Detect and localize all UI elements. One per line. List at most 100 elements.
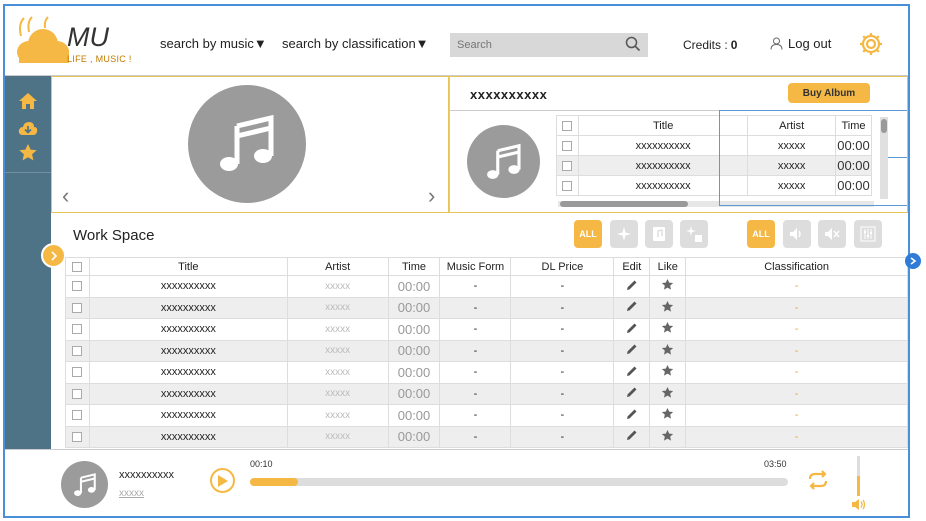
equalizer-button[interactable] bbox=[854, 220, 882, 248]
logout-button[interactable]: Log out bbox=[770, 36, 831, 51]
edit-button[interactable] bbox=[613, 318, 651, 341]
row-music-form: - bbox=[439, 296, 512, 319]
row-music-form: - bbox=[439, 425, 512, 448]
logo-tagline: LIFE , MUSIC ! bbox=[67, 54, 132, 64]
table-row[interactable]: xxxxxxxxxx xxxxx 00:00- - - bbox=[65, 339, 908, 362]
sparkle-plus-icon bbox=[686, 226, 702, 242]
col-music-form[interactable]: Music Form bbox=[439, 257, 512, 276]
col-time[interactable]: Time bbox=[387, 257, 441, 276]
edit-button[interactable] bbox=[613, 361, 651, 384]
table-row[interactable]: xxxxxxxxxx xxxxx 00:00- - - bbox=[65, 296, 908, 319]
like-button[interactable] bbox=[649, 275, 687, 298]
edit-button[interactable] bbox=[613, 296, 651, 319]
filter-sparkle-button[interactable] bbox=[610, 220, 638, 248]
col-like[interactable]: Like bbox=[649, 257, 687, 276]
row-checkbox[interactable] bbox=[65, 339, 90, 362]
row-time: 00:00 bbox=[387, 404, 441, 427]
sound-all-button[interactable]: ALL bbox=[747, 220, 775, 248]
col-dl-price[interactable]: DL Price bbox=[510, 257, 615, 276]
album-cover[interactable] bbox=[467, 125, 540, 198]
repeat-icon[interactable] bbox=[805, 470, 831, 490]
gear-icon[interactable] bbox=[858, 31, 884, 57]
row-checkbox[interactable] bbox=[65, 361, 90, 384]
row-artist: xxxxx bbox=[286, 404, 389, 427]
like-button[interactable] bbox=[649, 382, 687, 405]
sound-on-button[interactable] bbox=[783, 220, 811, 248]
buy-album-button[interactable]: Buy Album bbox=[788, 83, 870, 103]
cloud-download-icon[interactable] bbox=[18, 120, 38, 136]
row-checkbox[interactable] bbox=[556, 135, 579, 156]
row-artist: xxxxx bbox=[286, 275, 389, 298]
like-button[interactable] bbox=[649, 318, 687, 341]
credits: Credits :0 bbox=[683, 38, 737, 52]
now-playing-cover[interactable] bbox=[61, 461, 108, 508]
col-edit[interactable]: Edit bbox=[613, 257, 651, 276]
album-title: xxxxxxxxxx bbox=[470, 87, 548, 102]
edit-button[interactable] bbox=[613, 339, 651, 362]
play-button[interactable] bbox=[210, 468, 235, 493]
table-row[interactable]: xxxxxxxxxx xxxxx 00:00- - - bbox=[65, 361, 908, 384]
col-title[interactable]: Title bbox=[88, 257, 288, 276]
volume-slider[interactable] bbox=[857, 456, 860, 496]
row-checkbox[interactable] bbox=[65, 296, 90, 319]
pencil-icon bbox=[626, 323, 637, 333]
nav-search-by-music[interactable]: search by music▼ bbox=[160, 36, 267, 51]
row-dl-price: - bbox=[510, 339, 615, 362]
row-classification: - bbox=[685, 339, 908, 362]
like-button[interactable] bbox=[649, 361, 687, 384]
progress-bar[interactable] bbox=[250, 478, 788, 486]
row-checkbox[interactable] bbox=[556, 155, 579, 176]
sidebar-expand-button[interactable] bbox=[41, 243, 66, 268]
volume-icon[interactable] bbox=[851, 498, 867, 511]
now-playing-artist[interactable]: xxxxx bbox=[119, 488, 144, 499]
sidebar-divider bbox=[5, 172, 51, 173]
star-icon[interactable] bbox=[18, 143, 38, 162]
row-checkbox[interactable] bbox=[65, 318, 90, 341]
row-time: 00:00 bbox=[387, 425, 441, 448]
edit-button[interactable] bbox=[613, 425, 651, 448]
featured-album-cover[interactable] bbox=[188, 85, 306, 203]
table-row[interactable]: xxxxxxxxxx xxxxx 00:00- - - bbox=[65, 382, 908, 405]
like-button[interactable] bbox=[649, 296, 687, 319]
logo[interactable]: MU LIFE , MUSIC ! bbox=[15, 14, 135, 69]
table-row[interactable]: xxxxxxxxxx xxxxx 00:00- - - bbox=[65, 318, 908, 341]
row-title: xxxxxxxxxx bbox=[88, 382, 288, 405]
filter-multi-button[interactable] bbox=[680, 220, 708, 248]
nav-search-by-classification[interactable]: search by classification▼ bbox=[282, 36, 429, 51]
play-icon bbox=[218, 474, 228, 487]
chevron-right-icon bbox=[910, 257, 917, 265]
row-music-form: - bbox=[439, 339, 512, 362]
like-button[interactable] bbox=[649, 339, 687, 362]
row-checkbox[interactable] bbox=[65, 425, 90, 448]
right-panel-toggle[interactable] bbox=[905, 253, 921, 269]
select-all-checkbox[interactable] bbox=[556, 115, 579, 136]
filter-music-file-button[interactable] bbox=[645, 220, 673, 248]
row-checkbox[interactable] bbox=[65, 404, 90, 427]
edit-button[interactable] bbox=[613, 382, 651, 405]
row-checkbox[interactable] bbox=[65, 275, 90, 298]
row-time: 00:00 bbox=[387, 275, 441, 298]
select-all-checkbox[interactable] bbox=[65, 257, 90, 276]
carousel-prev-button[interactable]: ‹ bbox=[62, 185, 69, 207]
search-icon[interactable] bbox=[625, 36, 641, 52]
row-time: 00:00 bbox=[387, 382, 441, 405]
like-button[interactable] bbox=[649, 425, 687, 448]
filter-all-button[interactable]: ALL bbox=[574, 220, 602, 248]
col-artist[interactable]: Artist bbox=[286, 257, 389, 276]
row-artist: xxxxx bbox=[286, 339, 389, 362]
home-icon[interactable] bbox=[18, 92, 38, 110]
like-button[interactable] bbox=[649, 404, 687, 427]
col-classification[interactable]: Classification bbox=[685, 257, 908, 276]
table-row[interactable]: xxxxxxxxxx xxxxx 00:00- - - bbox=[65, 425, 908, 448]
row-checkbox[interactable] bbox=[556, 175, 579, 196]
table-row[interactable]: xxxxxxxxxx xxxxx 00:00- - - bbox=[65, 404, 908, 427]
edit-button[interactable] bbox=[613, 275, 651, 298]
workspace-title: Work Space bbox=[73, 227, 155, 244]
sound-mute-button[interactable] bbox=[818, 220, 846, 248]
search-input[interactable] bbox=[450, 33, 648, 57]
carousel-next-button[interactable]: › bbox=[428, 185, 435, 207]
table-row[interactable]: xxxxxxxxxx xxxxx 00:00- - - bbox=[65, 275, 908, 298]
scroll-thumb[interactable] bbox=[560, 201, 688, 207]
edit-button[interactable] bbox=[613, 404, 651, 427]
row-checkbox[interactable] bbox=[65, 382, 90, 405]
